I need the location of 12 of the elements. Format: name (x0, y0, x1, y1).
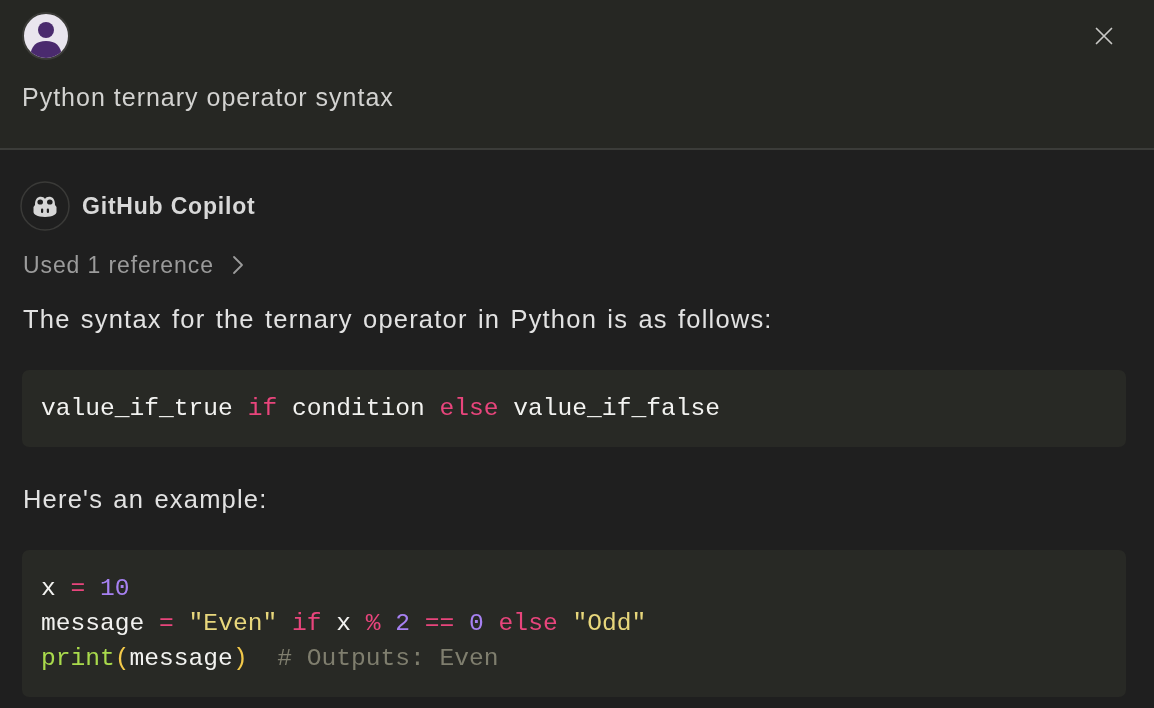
author-name: GitHub Copilot (82, 192, 256, 220)
code-line: message = "Even" if x % 2 == 0 else "Odd" (41, 609, 648, 639)
conversation-title: Python ternary operator syntax (22, 83, 395, 111)
paragraph-text: Here's an example: (23, 485, 269, 513)
close-icon (1095, 27, 1113, 45)
user-avatar-icon (22, 12, 70, 60)
code-line: value_if_true if condition else value_if_false (41, 394, 721, 424)
paragraph-text: The syntax for the ternary operator in Python is as follows: (23, 305, 774, 333)
bot-icon (20, 181, 70, 231)
code-line: print(message) # Outputs: Even (41, 644, 500, 674)
code-line: x = 10 (41, 574, 131, 604)
references-toggle[interactable]: Used 1 reference (23, 251, 244, 279)
